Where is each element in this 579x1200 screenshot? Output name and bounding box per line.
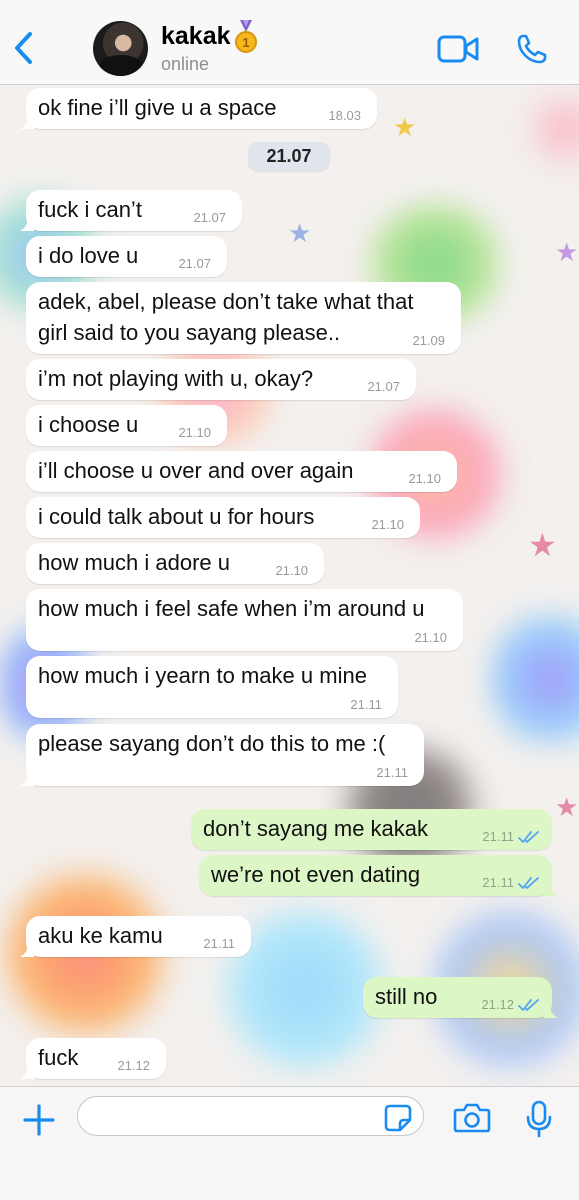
bubble-tail [20, 943, 34, 957]
message-text: don’t sayang me kakak [203, 816, 429, 841]
read-ticks-icon [518, 831, 539, 843]
message-bubble-incoming[interactable]: i’ll choose u over and over again 21.10 [26, 451, 457, 492]
message-text: how much i yearn to make u mine [38, 663, 367, 688]
message-time: 21.07 [178, 256, 211, 271]
bubble-tail [20, 115, 34, 129]
message-time: 21.10 [408, 471, 441, 486]
message-input-bar [0, 1086, 579, 1200]
bubble-tail [20, 772, 34, 786]
message-bubble-incoming[interactable]: fuck i can’t 21.07 [20, 190, 242, 231]
contact-status: online [161, 54, 210, 74]
bubble-tail [544, 882, 558, 896]
read-ticks-icon [518, 877, 539, 889]
read-ticks-icon [518, 999, 539, 1011]
message-time: 21.11 [482, 875, 514, 890]
message-bubble-incoming[interactable]: fuck 21.12 [20, 1038, 166, 1079]
contact-name[interactable]: kakak [161, 22, 231, 51]
medal-icon: 1 [235, 20, 257, 53]
message-text: please sayang don’t do this to me :( [38, 731, 386, 756]
message-time: 21.10 [371, 517, 404, 532]
message-bubble-incoming[interactable]: i could talk about u for hours 21.10 [26, 497, 420, 538]
contact-avatar[interactable] [93, 21, 148, 76]
svg-text:1: 1 [242, 35, 249, 50]
message-text: still no [375, 984, 438, 1009]
chat-header: kakak 1 online [0, 0, 579, 85]
message-text: ok fine i’ll give u a space [38, 95, 277, 120]
message-time: 21.11 [350, 697, 382, 712]
microphone-icon [526, 1100, 552, 1138]
message-text: aku ke kamu [38, 923, 163, 948]
date-separator: 21.07 [248, 142, 330, 171]
message-bubble-incoming[interactable]: i choose u 21.10 [26, 405, 227, 446]
message-time: 21.11 [203, 936, 235, 951]
video-camera-icon [437, 35, 479, 63]
chevron-left-icon [15, 32, 32, 64]
message-input[interactable] [77, 1096, 424, 1136]
bubble-tail [20, 217, 34, 231]
message-time: 21.10 [275, 563, 308, 578]
bubble-tail [544, 1004, 558, 1018]
voice-message-button[interactable] [526, 1100, 552, 1138]
message-text: fuck i can’t [38, 197, 142, 222]
message-bubble-incoming[interactable]: how much i yearn to make u mine 21.11 [26, 656, 398, 718]
sticker-icon [384, 1104, 412, 1132]
message-bubble-incoming[interactable]: aku ke kamu 21.11 [20, 916, 251, 957]
message-time: 21.11 [482, 829, 514, 844]
message-text: adek, abel, please don’t take what that … [38, 289, 414, 345]
message-time: 21.10 [414, 630, 447, 645]
message-bubble-incoming[interactable]: i do love u 21.07 [26, 236, 227, 277]
message-text: i’m not playing with u, okay? [38, 366, 314, 391]
message-time: 18.03 [328, 108, 361, 123]
message-bubble-incoming[interactable]: i’m not playing with u, okay? 21.07 [26, 359, 416, 400]
message-bubble-incoming[interactable]: how much i feel safe when i’m around u 2… [26, 589, 463, 651]
message-text: fuck [38, 1045, 79, 1070]
message-time: 21.11 [376, 765, 408, 780]
message-text: i do love u [38, 243, 139, 268]
message-text: i could talk about u for hours [38, 504, 315, 529]
camera-icon [453, 1103, 491, 1133]
video-call-button[interactable] [437, 34, 479, 64]
voice-call-button[interactable] [516, 33, 548, 65]
message-time: 21.07 [367, 379, 400, 394]
message-time: 21.10 [178, 425, 211, 440]
phone-icon [517, 34, 547, 64]
message-text: we’re not even dating [211, 862, 421, 887]
message-time: 21.12 [481, 997, 514, 1012]
bubble-tail [20, 1065, 34, 1079]
message-bubble-outgoing[interactable]: still no 21.12 [363, 977, 558, 1018]
back-button[interactable] [8, 28, 42, 68]
message-time: 21.09 [412, 333, 445, 348]
message-text: how much i feel safe when i’m around u [38, 596, 425, 621]
message-text: how much i adore u [38, 550, 230, 575]
message-time: 21.07 [193, 210, 226, 225]
message-time: 21.12 [117, 1058, 150, 1073]
message-text: i’ll choose u over and over again [38, 458, 354, 483]
plus-icon [23, 1104, 55, 1136]
message-bubble-incoming[interactable]: how much i adore u 21.10 [26, 543, 324, 584]
message-bubble-incoming[interactable]: adek, abel, please don’t take what that … [26, 282, 461, 354]
attach-button[interactable] [22, 1103, 56, 1137]
message-bubble-outgoing[interactable]: we’re not even dating 21.11 [199, 855, 558, 896]
message-bubble-incoming[interactable]: please sayang don’t do this to me :( 21.… [20, 724, 424, 786]
message-list[interactable]: ok fine i’ll give u a space 18.03 21.07 … [0, 84, 579, 1086]
message-bubble-outgoing[interactable]: don’t sayang me kakak 21.11 [191, 809, 552, 850]
message-text: i choose u [38, 412, 139, 437]
camera-button[interactable] [453, 1103, 491, 1133]
sticker-button[interactable] [384, 1104, 412, 1132]
message-bubble-incoming[interactable]: ok fine i’ll give u a space 18.03 [20, 88, 377, 129]
